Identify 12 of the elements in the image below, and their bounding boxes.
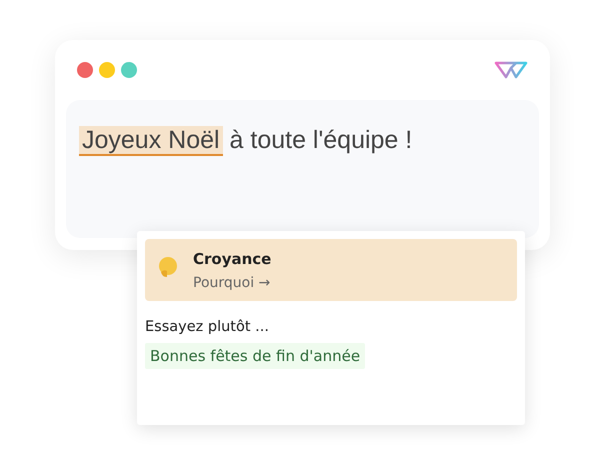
editor-text: à toute l'équipe ! — [230, 126, 412, 154]
logo-icon — [494, 60, 528, 80]
emoji-icon — [157, 256, 179, 278]
window-control[interactable] — [99, 62, 115, 78]
why-link[interactable]: Pourquoi → — [193, 275, 270, 291]
alternative-suggestion[interactable]: Bonnes fêtes de fin d'année — [145, 343, 366, 369]
window-control[interactable] — [121, 62, 137, 78]
category-title: Croyance — [193, 250, 272, 268]
text-editor[interactable]: Joyeux Noël à toute l'équipe ! — [66, 100, 539, 238]
flagged-phrase[interactable]: Joyeux Noël — [79, 126, 223, 156]
prompt-text: Essayez plutôt ... — [145, 319, 270, 335]
window-control[interactable] — [77, 62, 93, 78]
